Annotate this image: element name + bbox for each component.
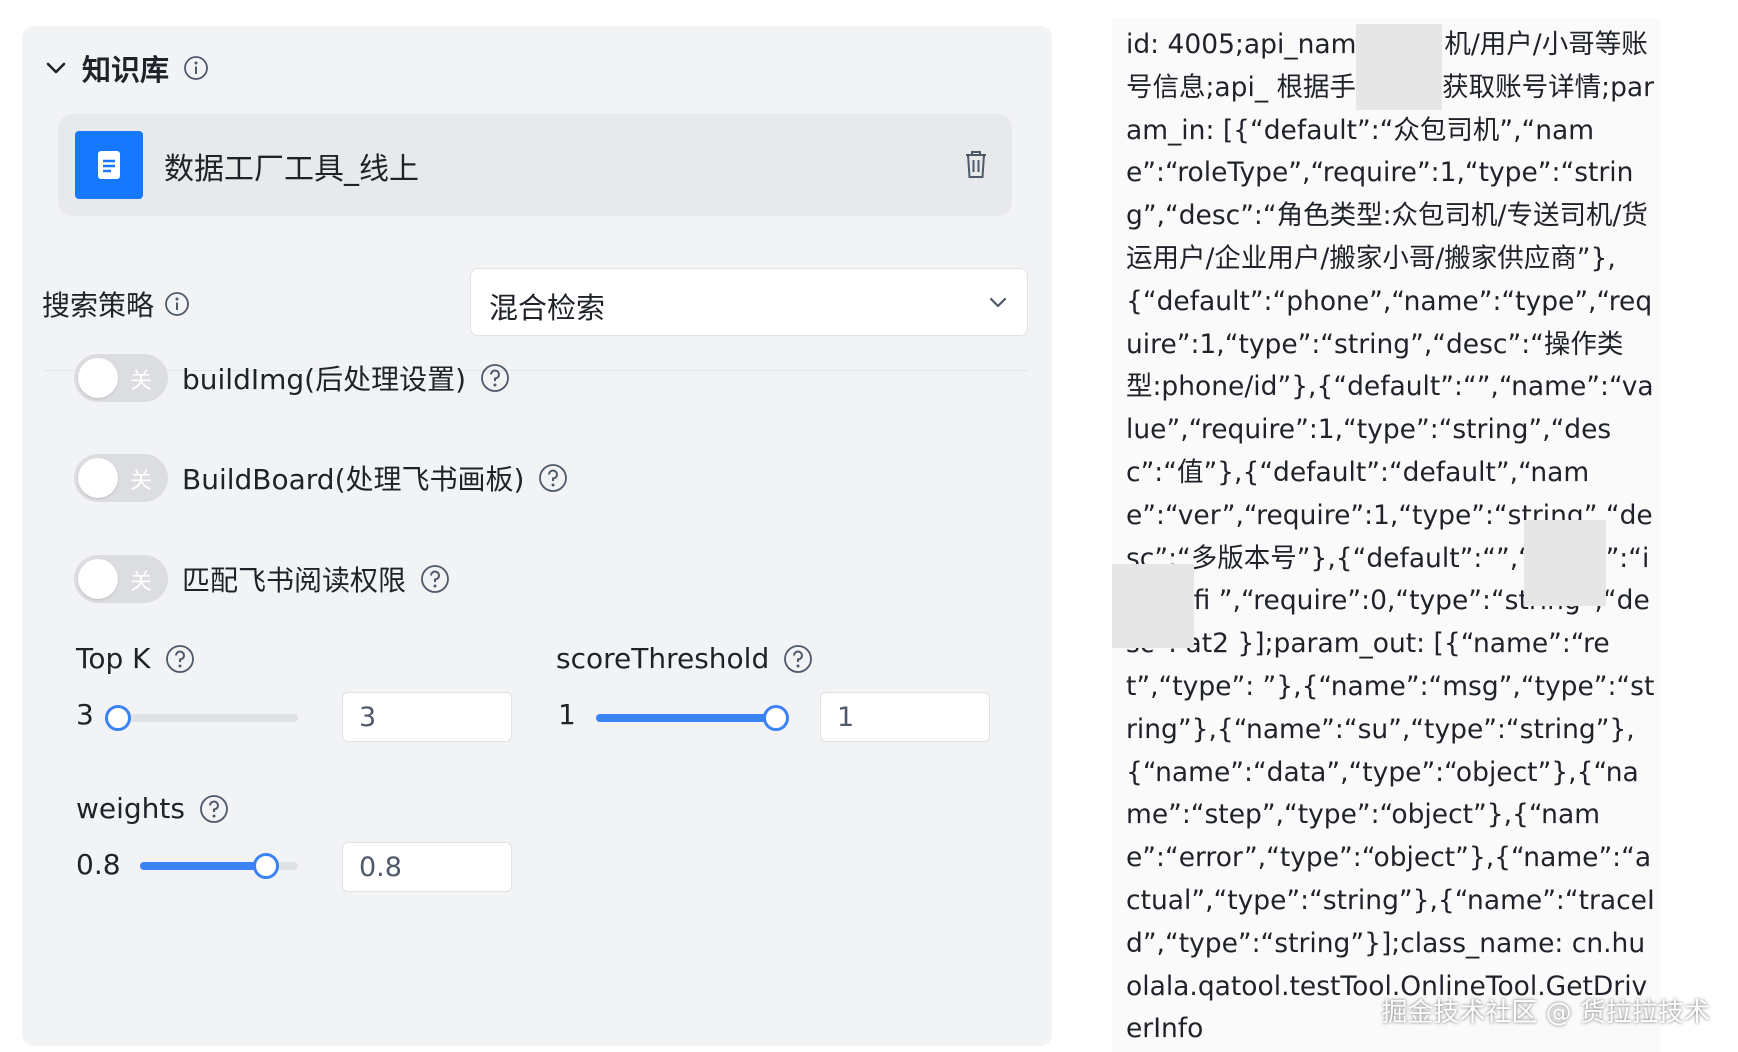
weights-input[interactable]: 0.8 (342, 842, 512, 892)
document-card[interactable]: 数据工厂工具_线上 (58, 114, 1012, 216)
score-threshold-input[interactable]: 1 (820, 692, 990, 742)
knowledge-settings-panel: 知识库 数据工厂工具_线上 搜索策略 混合检索 关 buildImg(后处理设置… (22, 26, 1052, 1046)
search-strategy-value: 混合检索 (489, 291, 606, 325)
weights-label-group: weights (76, 792, 229, 825)
toggle-state-label: 关 (129, 369, 152, 394)
slider-handle[interactable] (105, 705, 131, 731)
score-threshold-value: 1 (558, 698, 576, 731)
search-strategy-label-group: 搜索策略 (42, 284, 190, 324)
search-strategy-select[interactable]: 混合检索 (470, 268, 1028, 336)
weights-value: 0.8 (76, 848, 121, 881)
help-icon[interactable] (199, 794, 229, 824)
read-permission-label: 匹配飞书阅读权限 (182, 564, 407, 597)
topk-label-group: Top K (76, 642, 195, 675)
info-icon[interactable] (183, 55, 209, 81)
buildboard-label: BuildBoard(处理飞书画板) (182, 463, 525, 496)
toggle-state-label: 关 (129, 469, 152, 494)
toggle-row-buildboard: 关 BuildBoard(处理飞书画板) (74, 454, 568, 502)
help-icon[interactable] (420, 564, 450, 594)
buildimg-label: buildImg(后处理设置) (182, 363, 467, 396)
toggle-row-buildimg: 关 buildImg(后处理设置) (74, 354, 510, 402)
score-threshold-label: scoreThreshold (556, 642, 770, 675)
weights-label: weights (76, 792, 185, 825)
chevron-down-icon (989, 297, 1007, 308)
score-threshold-slider[interactable] (596, 705, 789, 731)
knowledge-header: 知识库 (44, 48, 209, 88)
buildimg-toggle[interactable]: 关 (74, 354, 168, 402)
toggle-knob (78, 358, 118, 398)
slider-fill (596, 714, 776, 722)
topk-slider[interactable] (105, 705, 298, 731)
toggle-knob (78, 458, 118, 498)
search-strategy-label: 搜索策略 (42, 289, 155, 322)
topk-label: Top K (76, 642, 151, 675)
redaction-block (1112, 564, 1194, 648)
slider-handle[interactable] (763, 705, 789, 731)
topk-value: 3 (76, 698, 94, 731)
weights-slider[interactable] (140, 853, 298, 879)
trash-icon[interactable] (962, 148, 990, 180)
score-threshold-label-group: scoreThreshold (556, 642, 813, 675)
help-icon[interactable] (165, 644, 195, 674)
info-icon[interactable] (164, 291, 190, 317)
knowledge-title: 知识库 (82, 53, 170, 87)
buildboard-toggle[interactable]: 关 (74, 454, 168, 502)
help-icon[interactable] (783, 644, 813, 674)
chevron-down-icon[interactable] (44, 56, 68, 80)
help-icon[interactable] (538, 463, 568, 493)
slider-handle[interactable] (253, 853, 279, 879)
help-icon[interactable] (480, 363, 510, 393)
slider-fill (140, 862, 266, 870)
topk-input[interactable]: 3 (342, 692, 512, 742)
toggle-knob (78, 559, 118, 599)
toggle-row-read-permission: 关 匹配飞书阅读权限 (74, 555, 450, 603)
toggle-state-label: 关 (129, 570, 152, 595)
tool-description-panel: id: 4005;api_nam 获取司机/用户/小哥等账号信息;api_ 根据… (1112, 18, 1660, 1052)
redaction-block (1356, 24, 1442, 110)
document-name: 数据工厂工具_线上 (164, 152, 419, 187)
redaction-block (1524, 520, 1606, 606)
document-icon (75, 131, 143, 199)
read-permission-toggle[interactable]: 关 (74, 555, 168, 603)
site-watermark: 掘金技术社区 @ 货拉拉技术 (1381, 998, 1710, 1028)
